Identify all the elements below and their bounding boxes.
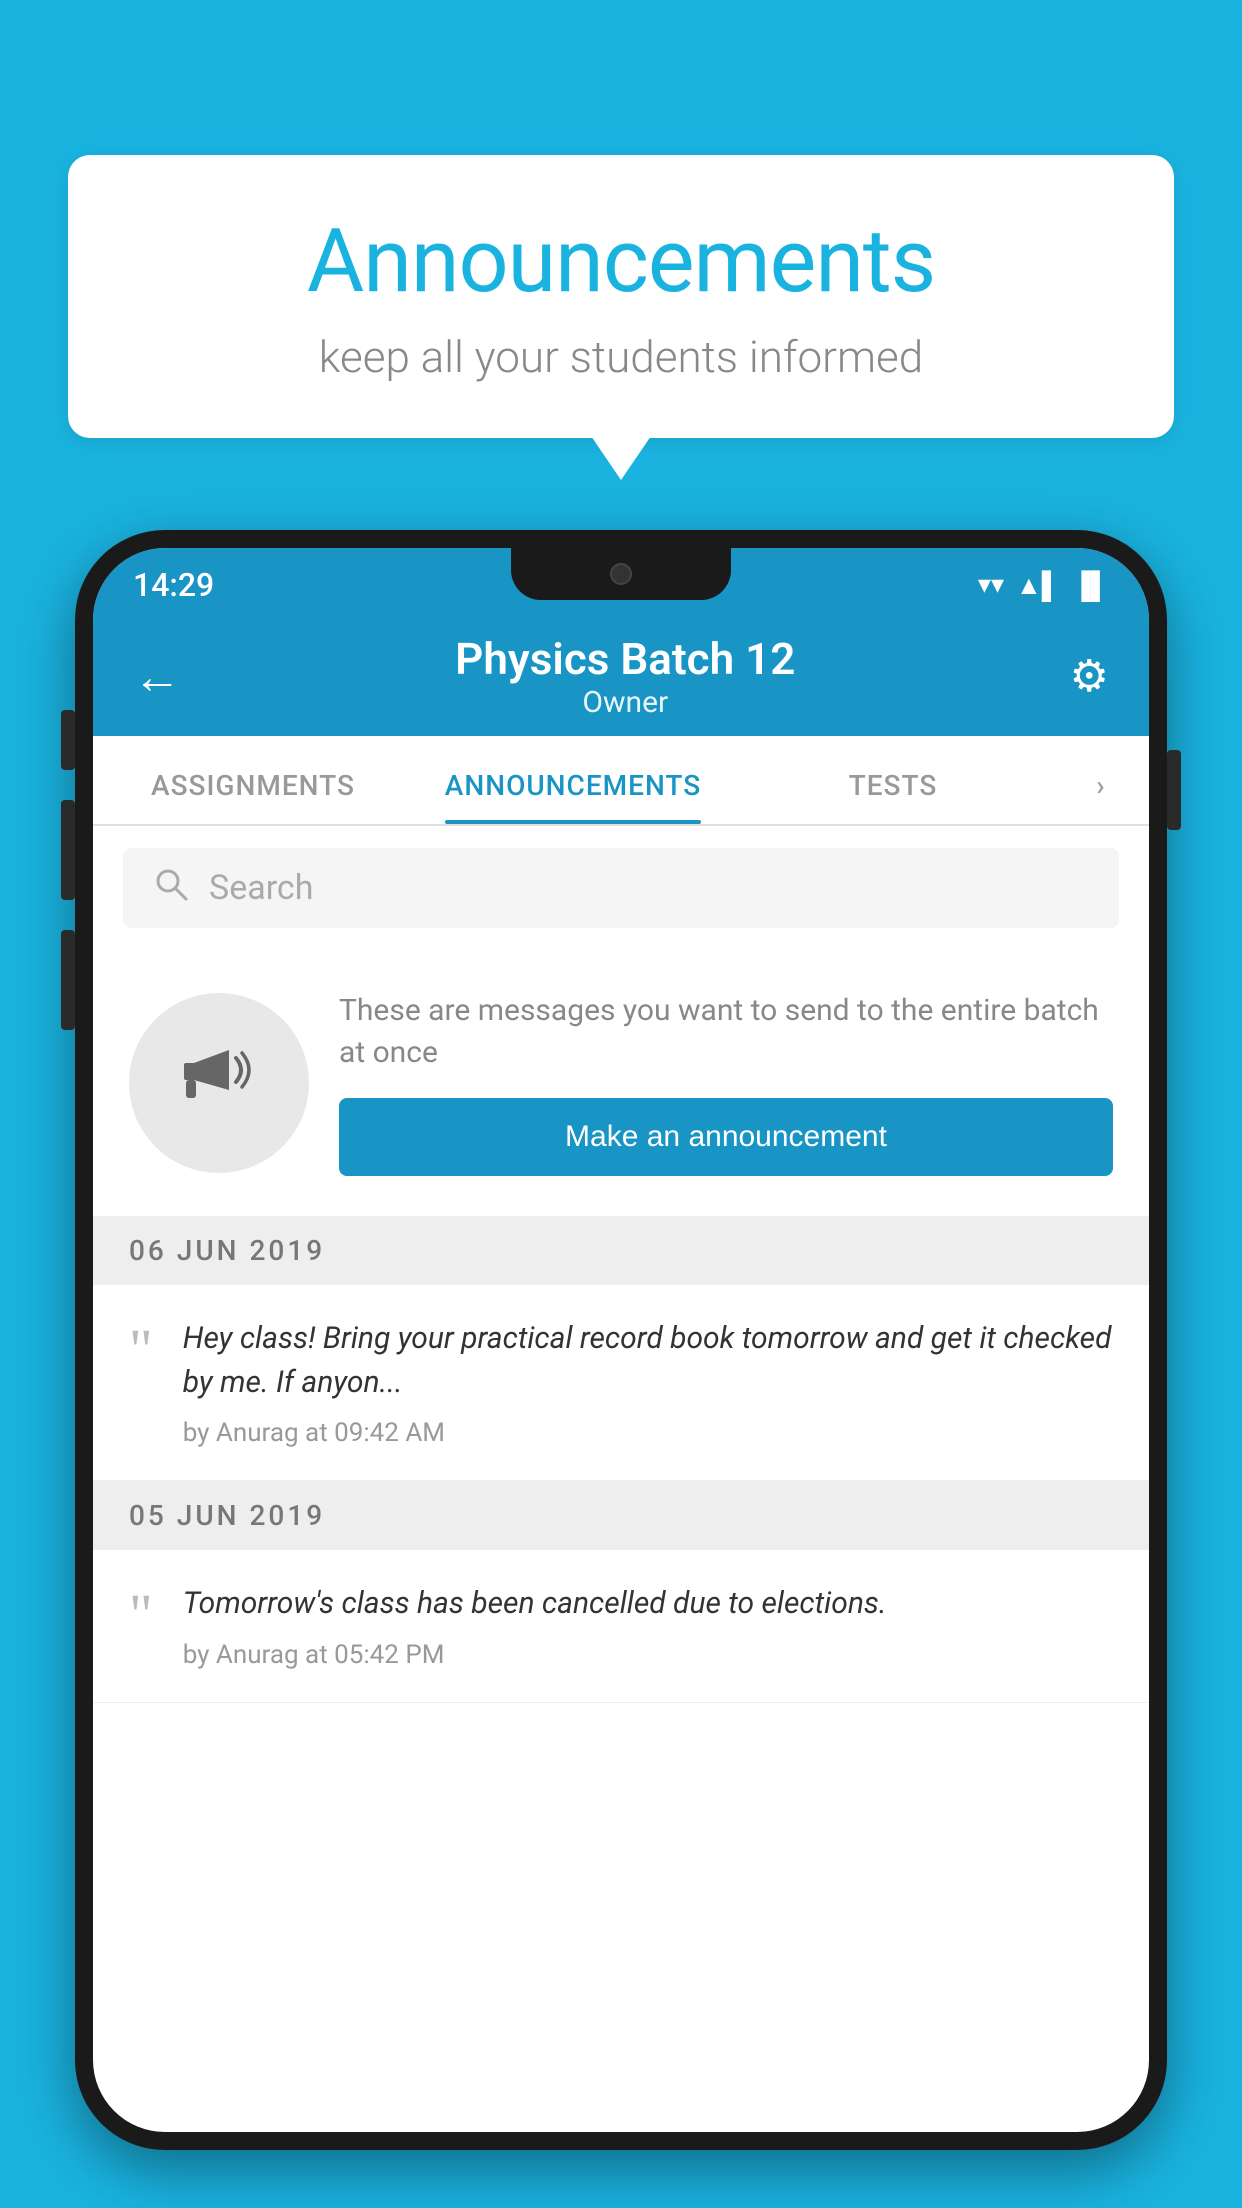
volume-button xyxy=(1167,750,1181,830)
quote-icon-2: " xyxy=(129,1586,153,1670)
phone-screen: 14:29 ▾▾ ▲▌ ▐▌ ← Physics Batch 12 Owner … xyxy=(93,548,1149,2132)
tab-more[interactable]: › xyxy=(1053,769,1149,824)
status-time: 14:29 xyxy=(133,566,214,604)
promo-description: These are messages you want to send to t… xyxy=(339,990,1113,1074)
speech-bubble-subtitle: keep all your students informed xyxy=(128,331,1114,383)
settings-icon[interactable]: ⚙ xyxy=(1070,650,1109,702)
date-divider-1: 06 JUN 2019 xyxy=(93,1216,1149,1285)
announcement-item-1: " Hey class! Bring your practical record… xyxy=(93,1285,1149,1481)
tab-tests[interactable]: TESTS xyxy=(733,769,1053,824)
phone-notch xyxy=(511,548,731,600)
announcement-meta-2: by Anurag at 05:42 PM xyxy=(183,1640,1113,1670)
quote-icon-1: " xyxy=(129,1321,153,1448)
announcement-text-1: Hey class! Bring your practical record b… xyxy=(183,1317,1113,1404)
header-center: Physics Batch 12 Owner xyxy=(455,633,795,720)
volume-down-button xyxy=(61,930,75,1030)
speech-bubble: Announcements keep all your students inf… xyxy=(68,155,1174,438)
date-divider-2: 05 JUN 2019 xyxy=(93,1481,1149,1550)
header-title: Physics Batch 12 xyxy=(455,633,795,685)
search-container: Search xyxy=(93,826,1149,950)
phone-container: 14:29 ▾▾ ▲▌ ▐▌ ← Physics Batch 12 Owner … xyxy=(75,530,1167,2208)
announcement-content-2: Tomorrow's class has been cancelled due … xyxy=(183,1582,1113,1670)
search-bar[interactable]: Search xyxy=(123,848,1119,928)
header-subtitle: Owner xyxy=(455,685,795,720)
tabs-container: ASSIGNMENTS ANNOUNCEMENTS TESTS › xyxy=(93,736,1149,826)
speech-bubble-container: Announcements keep all your students inf… xyxy=(68,155,1174,438)
status-icons: ▾▾ ▲▌ ▐▌ xyxy=(978,570,1109,601)
announcement-meta-1: by Anurag at 09:42 AM xyxy=(183,1418,1113,1448)
search-icon xyxy=(153,866,189,911)
power-button xyxy=(61,710,75,770)
app-header: ← Physics Batch 12 Owner ⚙ xyxy=(93,616,1149,736)
back-button[interactable]: ← xyxy=(133,648,181,705)
announcement-text-2: Tomorrow's class has been cancelled due … xyxy=(183,1582,1113,1626)
promo-content: These are messages you want to send to t… xyxy=(339,990,1113,1176)
announcement-item-2: " Tomorrow's class has been cancelled du… xyxy=(93,1550,1149,1703)
search-input-label: Search xyxy=(209,868,313,908)
signal-icon: ▲▌ xyxy=(1016,570,1060,601)
tab-assignments[interactable]: ASSIGNMENTS xyxy=(93,769,413,824)
tab-announcements[interactable]: ANNOUNCEMENTS xyxy=(413,769,733,824)
speech-bubble-title: Announcements xyxy=(128,210,1114,313)
wifi-icon: ▾▾ xyxy=(978,570,1004,600)
megaphone-icon xyxy=(174,1028,264,1138)
promo-icon-circle xyxy=(129,993,309,1173)
phone-outer: 14:29 ▾▾ ▲▌ ▐▌ ← Physics Batch 12 Owner … xyxy=(75,530,1167,2150)
battery-icon: ▐▌ xyxy=(1072,570,1109,601)
volume-up-button xyxy=(61,800,75,900)
camera-dot xyxy=(610,563,632,585)
promo-card: These are messages you want to send to t… xyxy=(93,950,1149,1216)
make-announcement-button[interactable]: Make an announcement xyxy=(339,1098,1113,1176)
announcement-content-1: Hey class! Bring your practical record b… xyxy=(183,1317,1113,1448)
